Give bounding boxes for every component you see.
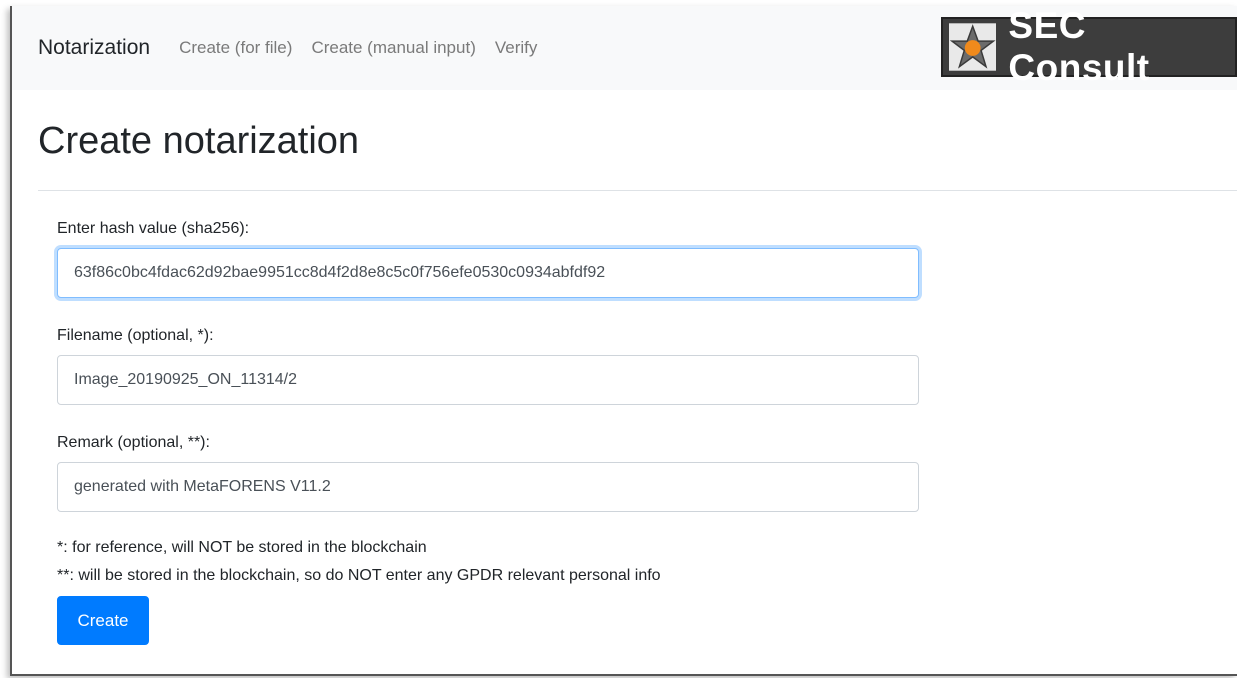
- divider: [38, 190, 1237, 191]
- app-window: Notarization Create (for file) Create (m…: [10, 6, 1237, 676]
- note-blockchain: **: will be stored in the blockchain, so…: [57, 567, 661, 584]
- nav-link-create-manual-input[interactable]: Create (manual input): [311, 38, 475, 58]
- form-notes: *: for reference, will NOT be stored in …: [57, 534, 1237, 590]
- nav-link-create-for-file[interactable]: Create (for file): [179, 38, 292, 58]
- notarization-form: Enter hash value (sha256): Filename (opt…: [12, 220, 1237, 645]
- hash-label: Enter hash value (sha256):: [57, 220, 250, 237]
- remark-input[interactable]: [57, 462, 919, 512]
- filename-input[interactable]: [57, 355, 919, 405]
- navbar: Notarization Create (for file) Create (m…: [12, 6, 1237, 90]
- create-button[interactable]: Create: [57, 596, 149, 645]
- page-title: Create notarization: [38, 120, 360, 162]
- hash-input[interactable]: [57, 248, 919, 298]
- star-icon: [949, 23, 997, 71]
- sec-consult-logo: SEC Consult: [941, 6, 1237, 88]
- note-reference: *: for reference, will NOT be stored in …: [57, 539, 427, 556]
- remark-label: Remark (optional, **):: [57, 434, 210, 451]
- nav-link-verify[interactable]: Verify: [495, 38, 538, 58]
- logo-text: SEC Consult: [1008, 6, 1150, 88]
- filename-label: Filename (optional, *):: [57, 327, 214, 344]
- navbar-brand[interactable]: Notarization: [38, 36, 150, 60]
